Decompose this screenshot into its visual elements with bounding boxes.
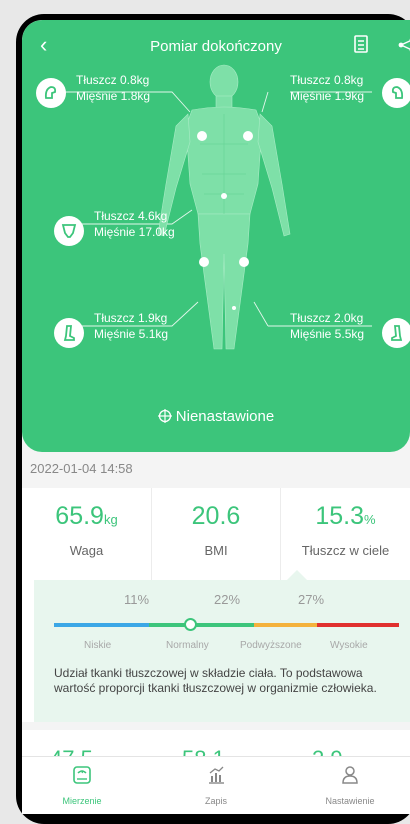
fat-info-panel: 11% 22% 27% Niskie Normalny Podwyższone … [22, 580, 410, 722]
leg-icon [382, 318, 410, 348]
metric-weight[interactable]: 65.9kg Waga [22, 488, 151, 580]
metric-label: BMI [152, 543, 280, 558]
leg-icon [54, 318, 84, 348]
threshold-low: 11% [124, 592, 149, 607]
left-leg-segment: Tłuszcz 1.9kg Mięśnie 5.1kg [54, 310, 168, 342]
fat-description: Udział tkanki tłuszczowej w składzie cia… [54, 666, 384, 696]
metrics-row: 65.9kg Waga 20.6 BMI 15.3% Tłuszcz w cie… [22, 488, 410, 580]
tab-label: Mierzenie [22, 796, 142, 806]
crosshair-icon [158, 409, 172, 427]
tab-measure[interactable]: Mierzenie [22, 765, 142, 806]
tab-settings[interactable]: Nastawienie [290, 765, 410, 806]
threshold-high: 27% [298, 592, 324, 607]
selection-caret [287, 570, 307, 580]
right-arm-segment: Tłuszcz 0.8kg Mięśnie 1.9kg [290, 72, 364, 104]
right-arm-fat: Tłuszcz 0.8kg [290, 72, 364, 88]
left-arm-segment: Tłuszcz 0.8kg Mięśnie 1.8kg [36, 72, 150, 104]
metric-value: 65.9 [55, 502, 104, 530]
tab-label: Nastawienie [290, 796, 410, 806]
trunk-fat: Tłuszcz 4.6kg [94, 208, 175, 224]
scale-indicator [184, 618, 197, 631]
left-leg-fat: Tłuszcz 1.9kg [94, 310, 168, 326]
unset-label: Nienastawione [176, 408, 274, 425]
scale-bar-normal [149, 623, 254, 627]
metric-unit: kg [104, 512, 118, 527]
metric-value: 15.3 [315, 502, 364, 530]
scale-bar-low [54, 623, 149, 627]
level-low: Niskie [84, 640, 111, 651]
scale-bar-high [317, 623, 399, 627]
metric-label: Tłuszcz w ciele [281, 543, 410, 558]
scale-icon [22, 765, 142, 790]
level-elevated: Podwyższone [240, 640, 302, 651]
measurement-timestamp: 2022-01-04 14:58 [30, 461, 133, 476]
metric-value: 20.6 [192, 502, 241, 530]
left-arm-fat: Tłuszcz 0.8kg [76, 72, 150, 88]
metric-bmi[interactable]: 20.6 BMI [151, 488, 280, 580]
metric-unit: % [364, 512, 376, 527]
bottom-tab-bar: Mierzenie Zapis Nastawienie [22, 756, 410, 814]
app-screen: ‹ Pomiar dokończony [22, 20, 410, 814]
arm-icon [36, 78, 66, 108]
right-leg-segment: Tłuszcz 2.0kg Mięśnie 5.5kg [290, 310, 364, 342]
trunk-muscle: Mięśnie 17.0kg [94, 224, 175, 240]
scale-bar-elevated [254, 623, 317, 627]
trunk-segment: Tłuszcz 4.6kg Mięśnie 17.0kg [54, 208, 175, 240]
metric-label: Waga [22, 543, 151, 558]
right-leg-muscle: Mięśnie 5.5kg [290, 326, 364, 342]
right-arm-muscle: Mięśnie 1.9kg [290, 88, 364, 104]
person-icon [290, 765, 410, 790]
body-composition-panel: ‹ Pomiar dokończony [22, 20, 410, 452]
level-normal: Normalny [166, 640, 209, 651]
trunk-icon [54, 216, 84, 246]
calibration-status[interactable]: Nienastawione [22, 408, 410, 427]
body-figure [154, 64, 294, 364]
right-leg-fat: Tłuszcz 2.0kg [290, 310, 364, 326]
level-high: Wysokie [330, 640, 368, 651]
chart-icon [156, 765, 276, 790]
tab-history[interactable]: Zapis [156, 765, 276, 806]
tab-label: Zapis [156, 796, 276, 806]
threshold-normal: 22% [214, 592, 240, 607]
left-arm-muscle: Mięśnie 1.8kg [76, 88, 150, 104]
arm-icon [382, 78, 410, 108]
metric-body-fat[interactable]: 15.3% Tłuszcz w ciele [280, 488, 410, 580]
left-leg-muscle: Mięśnie 5.1kg [94, 326, 168, 342]
